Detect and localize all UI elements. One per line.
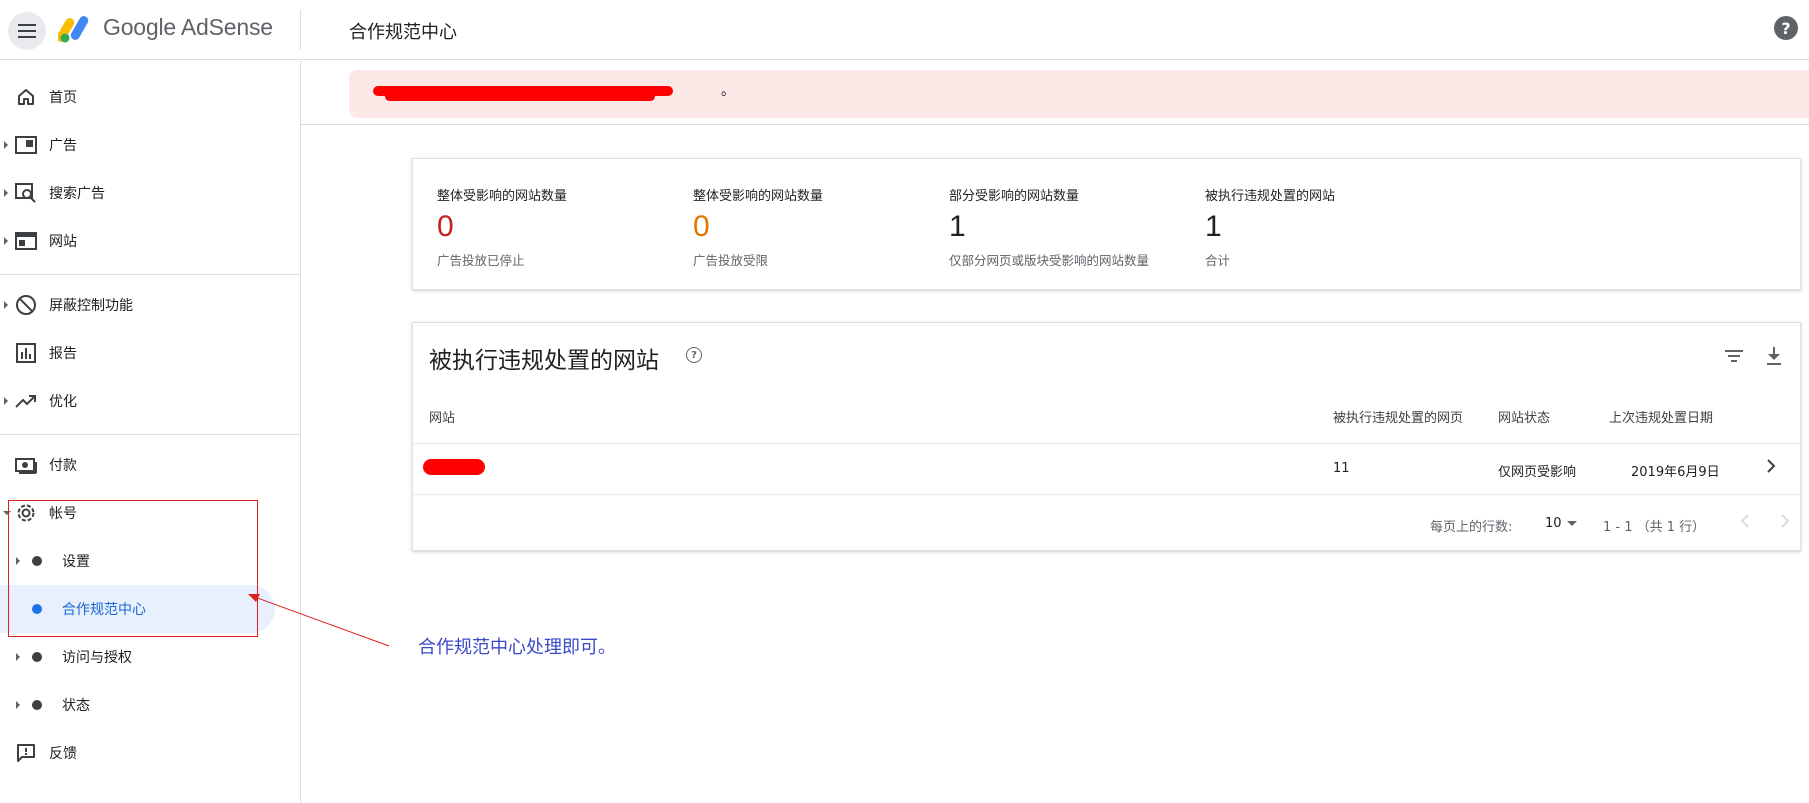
download-icon[interactable] bbox=[1763, 345, 1785, 367]
stat-fully-affected-limited: 整体受影响的网站数量 0 广告投放受限 bbox=[693, 185, 823, 269]
annotation-note: 合作规范中心处理即可。 bbox=[418, 637, 616, 658]
cell-last-date: 2019年6月9日 bbox=[1631, 465, 1720, 480]
filter-icon[interactable] bbox=[1723, 345, 1745, 367]
sidebar-item-label: 报告 bbox=[49, 346, 77, 362]
expand-caret-icon bbox=[4, 397, 8, 405]
sidebar-item-label: 广告 bbox=[49, 138, 77, 154]
stat-note: 合计 bbox=[1205, 253, 1231, 268]
sidebar-nav: 首页 广告 搜索广告 网站 屏蔽控制功能 报告 优化 付款 帐号 设置 合作规范… bbox=[0, 61, 301, 803]
sidebar-item-ads[interactable]: 广告 bbox=[0, 121, 300, 169]
sidebar-item-label: 首页 bbox=[49, 90, 77, 106]
stat-note: 广告投放已停止 bbox=[437, 253, 525, 268]
sidebar-item-reports[interactable]: 报告 bbox=[0, 329, 300, 377]
column-header-last-date[interactable]: 上次违规处置日期 bbox=[1609, 407, 1713, 426]
stat-total-enforced: 被执行违规处置的网站 1 合计 bbox=[1205, 185, 1335, 269]
sidebar-item-label: 优化 bbox=[49, 394, 77, 410]
rows-per-page-select[interactable]: 10 bbox=[1541, 513, 1581, 535]
chevron-right-icon[interactable] bbox=[1761, 456, 1781, 476]
sidebar-item-payments[interactable]: 付款 bbox=[0, 441, 300, 489]
column-header-site[interactable]: 网站 bbox=[429, 407, 455, 426]
trending-up-icon bbox=[14, 389, 38, 413]
search-ads-icon bbox=[14, 181, 38, 205]
annotation-highlight-box bbox=[8, 500, 258, 637]
enforced-sites-table-card: 被执行违规处置的网站 ? 网站 被执行违规处置的网页 网站状态 上次违规处置日期… bbox=[412, 322, 1801, 551]
stat-value: 0 bbox=[437, 210, 454, 243]
ads-icon bbox=[14, 133, 38, 157]
payments-icon bbox=[14, 453, 38, 477]
report-icon bbox=[14, 341, 38, 365]
sidebar-item-label: 反馈 bbox=[49, 746, 77, 762]
table-divider bbox=[413, 494, 1800, 495]
sidebar-item-optimization[interactable]: 优化 bbox=[0, 377, 300, 425]
topbar-divider bbox=[300, 10, 301, 50]
sidebar-item-label: 状态 bbox=[62, 698, 90, 714]
sidebar-item-feedback[interactable]: 反馈 bbox=[0, 729, 300, 777]
bullet-dot-icon bbox=[32, 700, 42, 710]
stat-fully-affected-stopped: 整体受影响的网站数量 0 广告投放已停止 bbox=[437, 185, 567, 269]
stat-label: 整体受影响的网站数量 bbox=[437, 189, 568, 204]
pager-range: 1 - 1 （共 1 行） bbox=[1603, 520, 1706, 535]
bullet-dot-icon bbox=[32, 652, 42, 662]
stat-value: 0 bbox=[693, 210, 710, 243]
stat-value: 1 bbox=[949, 210, 966, 243]
stat-label: 被执行违规处置的网站 bbox=[1205, 189, 1336, 204]
expand-caret-icon bbox=[16, 701, 20, 709]
help-circle-icon[interactable]: ? bbox=[1774, 16, 1798, 40]
redaction-mark bbox=[423, 459, 485, 475]
sidebar-item-label: 网站 bbox=[49, 234, 77, 250]
sidebar-item-label: 搜索广告 bbox=[49, 186, 105, 202]
stat-partially-affected: 部分受影响的网站数量 1 仅部分网页或版块受影响的网站数量 bbox=[949, 185, 1149, 269]
redaction-mark bbox=[385, 92, 655, 101]
sidebar-item-search-ads[interactable]: 搜索广告 bbox=[0, 169, 300, 217]
stat-note: 广告投放受限 bbox=[693, 253, 769, 268]
cell-status: 仅网页受影响 bbox=[1498, 465, 1577, 480]
page-title: 合作规范中心 bbox=[349, 22, 457, 43]
stat-label: 部分受影响的网站数量 bbox=[949, 189, 1080, 204]
alert-trailing-text: 。 bbox=[721, 83, 735, 99]
brand-name[interactable]: Google AdSense bbox=[103, 14, 273, 41]
column-header-status[interactable]: 网站状态 bbox=[1498, 407, 1550, 426]
expand-caret-icon bbox=[4, 141, 8, 149]
sidebar-item-sites[interactable]: 网站 bbox=[0, 217, 300, 265]
sidebar-item-home[interactable]: 首页 bbox=[0, 73, 300, 121]
sidebar-divider bbox=[0, 274, 300, 275]
home-icon bbox=[14, 85, 38, 109]
table-title: 被执行违规处置的网站 bbox=[429, 348, 659, 374]
block-icon bbox=[14, 293, 38, 317]
sidebar-item-label: 访问与授权 bbox=[62, 650, 132, 666]
sidebar-item-blocking-controls[interactable]: 屏蔽控制功能 bbox=[0, 281, 300, 329]
stat-label: 整体受影响的网站数量 bbox=[693, 189, 824, 204]
sidebar-item-access-authorization[interactable]: 访问与授权 bbox=[0, 633, 300, 681]
adsense-logo-icon[interactable] bbox=[58, 14, 94, 44]
chevron-right-icon[interactable] bbox=[1773, 509, 1797, 533]
sidebar-item-label: 付款 bbox=[49, 458, 77, 474]
expand-caret-icon bbox=[4, 237, 8, 245]
violation-stats-card: 整体受影响的网站数量 0 广告投放已停止 整体受影响的网站数量 0 广告投放受限… bbox=[412, 158, 1801, 290]
sidebar-item-status[interactable]: 状态 bbox=[0, 681, 300, 729]
dropdown-arrow-icon bbox=[1567, 521, 1577, 526]
expand-caret-icon bbox=[4, 301, 8, 309]
help-circle-icon[interactable]: ? bbox=[686, 347, 702, 363]
sites-icon bbox=[14, 229, 38, 253]
sidebar-item-label: 屏蔽控制功能 bbox=[49, 298, 133, 314]
top-app-bar: Google AdSense 合作规范中心 ? bbox=[0, 0, 1809, 60]
sidebar-divider bbox=[0, 434, 300, 435]
policy-alert-banner: 。 bbox=[349, 70, 1809, 118]
feedback-icon bbox=[14, 741, 38, 765]
content-divider bbox=[301, 124, 1809, 125]
expand-caret-icon bbox=[4, 189, 8, 197]
column-header-pages[interactable]: 被执行违规处置的网页 bbox=[1333, 407, 1463, 426]
stat-note: 仅部分网页或版块受影响的网站数量 bbox=[949, 253, 1150, 268]
hamburger-menu-icon[interactable] bbox=[8, 12, 46, 50]
cell-pages: 11 bbox=[1333, 461, 1350, 476]
expand-caret-icon bbox=[16, 653, 20, 661]
table-divider bbox=[413, 443, 1800, 444]
rows-per-page-label: 每页上的行数: bbox=[1430, 520, 1513, 535]
stat-value: 1 bbox=[1205, 210, 1222, 243]
chevron-left-icon[interactable] bbox=[1733, 509, 1757, 533]
rows-per-page-value: 10 bbox=[1545, 516, 1562, 531]
